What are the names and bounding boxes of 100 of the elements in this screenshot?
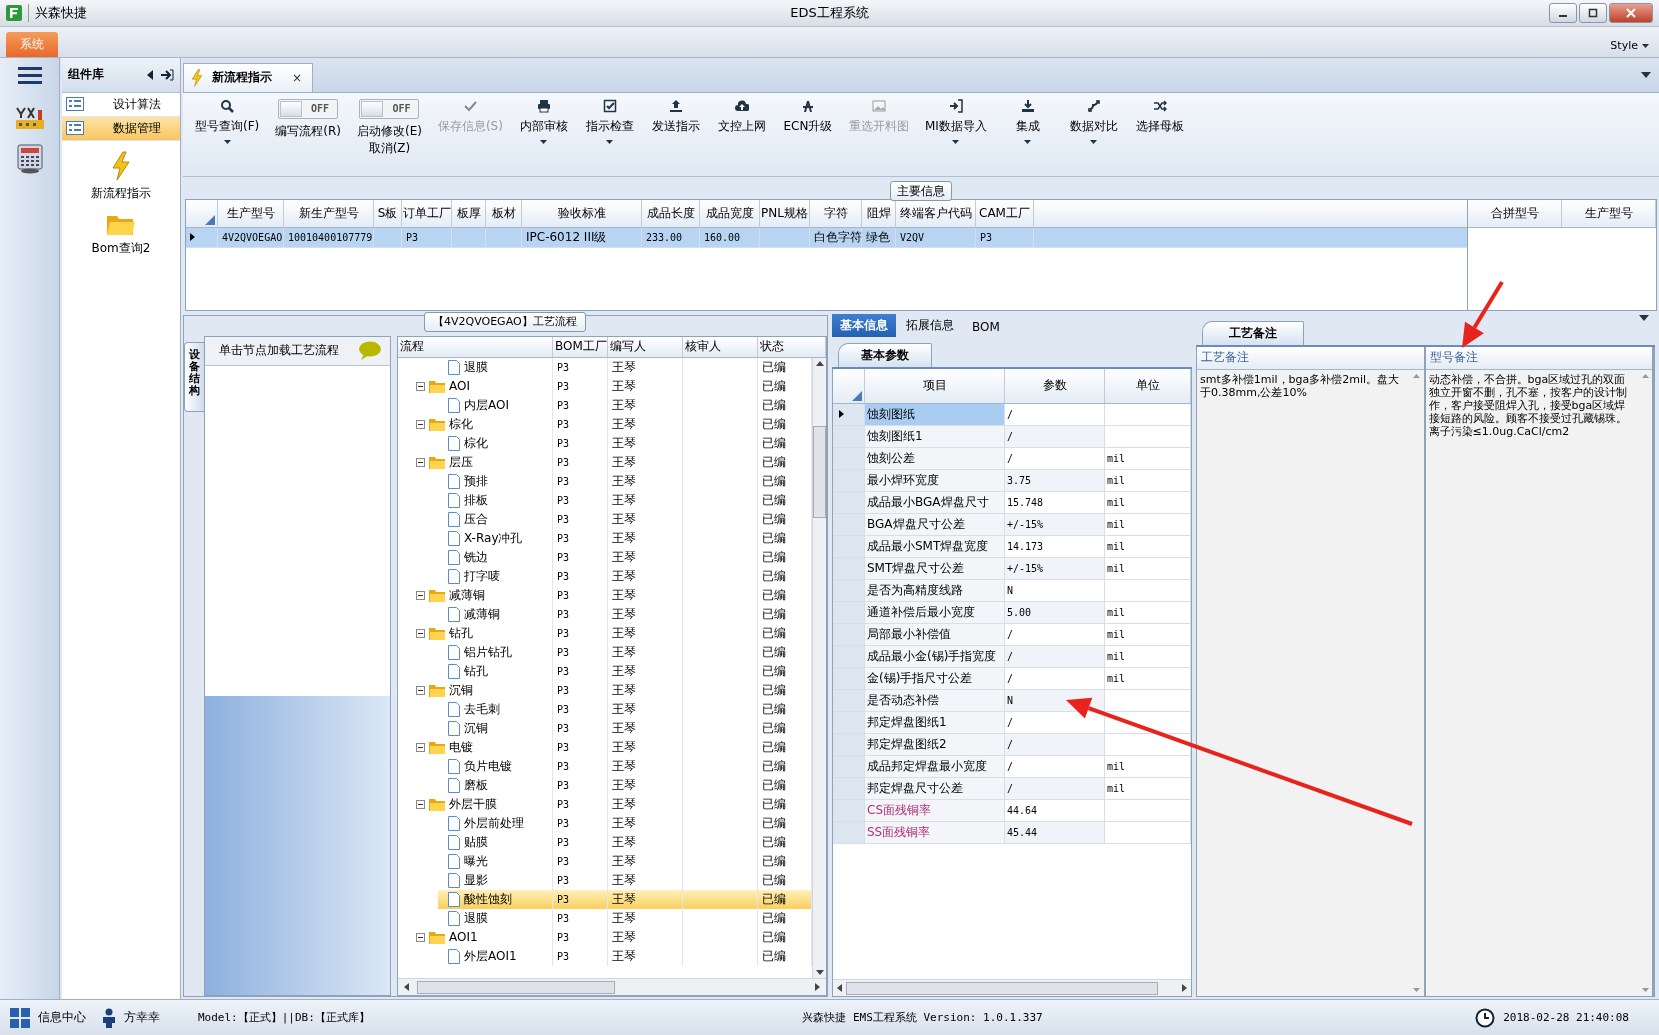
scroll-up-icon[interactable] [815, 360, 824, 366]
tree-row[interactable]: 外层干膜 P3 王琴 已编 [398, 794, 812, 814]
expand-toggle-icon[interactable] [416, 457, 425, 467]
tree-node-label[interactable]: 沉铜 [464, 719, 488, 737]
column-header[interactable]: 终端客户代码 [896, 199, 976, 227]
tree-row[interactable]: 铝片钻孔 P3 王琴 已编 [398, 642, 812, 662]
tree-row[interactable]: 曝光 P3 王琴 已编 [398, 851, 812, 871]
scroll-right-icon[interactable] [815, 983, 820, 992]
dropdown-caret-icon[interactable] [1639, 314, 1649, 321]
toolbar-button[interactable]: 内部审核 [512, 96, 575, 146]
tree-node-label[interactable]: 排板 [464, 491, 488, 509]
column-header[interactable]: 成品宽度 [700, 199, 760, 227]
expand-toggle-icon[interactable] [416, 628, 425, 638]
dropdown-caret-icon[interactable] [606, 139, 614, 144]
tree-row[interactable]: 退膜 P3 王琴 已编 [398, 357, 812, 377]
tree-node-label[interactable]: 贴膜 [464, 833, 488, 851]
scroll-thumb[interactable] [813, 425, 826, 518]
tree-node-label[interactable]: 去毛刺 [464, 700, 500, 718]
toolbar-button[interactable]: 文控上网 [710, 96, 773, 137]
side-tab[interactable]: 设备结构 [184, 341, 204, 412]
column-header[interactable]: 工艺备注 [1197, 346, 1424, 370]
expand-toggle-icon[interactable] [416, 381, 425, 391]
tree-row[interactable]: 去毛刺 P3 王琴 已编 [398, 699, 812, 719]
tree-row[interactable]: 层压 P3 王琴 已编 [398, 452, 812, 472]
column-header[interactable]: 新生产型号 [284, 199, 374, 227]
tree-row[interactable]: X-Ray冲孔 P3 王琴 已编 [398, 528, 812, 548]
tree-node-label[interactable]: 退膜 [464, 358, 488, 376]
tree-row[interactable]: 磨板 P3 王琴 已编 [398, 775, 812, 795]
expand-toggle-icon[interactable] [416, 685, 425, 695]
tree-row[interactable]: 负片电镀 P3 王琴 已编 [398, 756, 812, 776]
tree-row[interactable]: 内层AOI P3 王琴 已编 [398, 395, 812, 415]
toolbar-button[interactable]: MI数据导入 [918, 96, 993, 146]
tree-node-label[interactable]: 内层AOI [464, 396, 509, 414]
column-header[interactable]: 订单工厂 [402, 199, 452, 227]
minimize-button[interactable] [1549, 2, 1577, 23]
grid-icon[interactable] [10, 1007, 30, 1028]
tree-row[interactable]: 棕化 P3 王琴 已编 [398, 414, 812, 434]
component-item[interactable]: 数据管理 [62, 116, 180, 141]
toolbar-button[interactable]: 选择母板 [1128, 96, 1191, 137]
dropdown-caret-icon[interactable] [1641, 71, 1651, 78]
tree-row[interactable]: 钻孔 P3 王琴 已编 [398, 623, 812, 643]
tree-row[interactable]: 退膜 P3 王琴 已编 [398, 908, 812, 928]
component-item[interactable]: 设计算法 [62, 92, 180, 117]
panel-tab[interactable]: 基本参数 [838, 342, 932, 367]
toolbar-button[interactable]: 数据对比 [1062, 96, 1125, 146]
dropdown-caret-icon[interactable] [952, 139, 960, 144]
tree-node-label[interactable]: 外层AOI1 [464, 947, 517, 965]
panel-tab[interactable]: 工艺备注 [1202, 320, 1304, 345]
column-header[interactable]: 生产型号 [218, 199, 284, 227]
scroll-left-icon[interactable] [404, 983, 409, 992]
column-header[interactable]: 单位 [1105, 368, 1191, 403]
column-header[interactable]: 板材 [486, 199, 522, 227]
tree-node-label[interactable]: 减薄铜 [464, 605, 500, 623]
toolbar-button[interactable]: 指示检查 [578, 96, 641, 146]
launcher-label[interactable]: Bom查询2 [91, 239, 151, 257]
tree-row[interactable]: 贴膜 P3 王琴 已编 [398, 832, 812, 852]
tree-node-label[interactable]: 磨板 [464, 776, 488, 794]
tree-node-label[interactable]: AOI [449, 379, 470, 394]
expand-toggle-icon[interactable] [416, 419, 425, 429]
document-tab[interactable]: 新流程指示 × [183, 62, 314, 92]
tree-node-label[interactable]: 显影 [464, 871, 488, 889]
tree-row[interactable]: 钻孔 P3 王琴 已编 [398, 661, 812, 681]
column-header[interactable]: 生产型号 [1562, 199, 1656, 227]
horizontal-scrollbar[interactable] [833, 979, 1191, 997]
tree-row[interactable]: 减薄铜 P3 王琴 已编 [398, 604, 812, 624]
column-header[interactable]: S板 [374, 199, 402, 227]
tree-node-label[interactable]: 曝光 [464, 852, 488, 870]
tree-node-label[interactable]: 沉铜 [449, 681, 473, 699]
tree-node-label[interactable]: AOI1 [449, 930, 478, 945]
expand-toggle-icon[interactable] [416, 799, 425, 809]
menu-icon[interactable] [17, 65, 42, 84]
tree-node-label[interactable]: 压合 [464, 510, 488, 528]
dropdown-caret-icon[interactable] [1024, 139, 1032, 144]
column-header[interactable]: PNL规格 [760, 199, 810, 227]
scroll-left-icon[interactable] [837, 984, 842, 993]
toggle-switch[interactable]: OFF [359, 98, 420, 119]
tree-node-label[interactable]: 酸性蚀刻 [464, 890, 512, 908]
close-tab-button[interactable]: × [292, 70, 303, 85]
table-row[interactable]: 4V2QVOEGAO 10010400107779 P3 IPC-6012 III级 233.00 160.00 白色字符 绿色 V2QV P3 [186, 227, 1467, 248]
horizontal-scrollbar[interactable] [398, 978, 826, 996]
tree-node-label[interactable]: 棕化 [464, 434, 488, 452]
caret-icon[interactable] [1642, 43, 1649, 48]
tree-node-label[interactable]: 外层前处理 [464, 814, 524, 832]
tree-node-label[interactable]: 减薄铜 [449, 586, 485, 604]
scroll-down-icon[interactable] [815, 970, 824, 976]
column-header[interactable]: 状态 [758, 336, 826, 357]
tree-row[interactable]: 打字唛 P3 王琴 已编 [398, 566, 812, 586]
tree-row[interactable]: 铣边 P3 王琴 已编 [398, 547, 812, 567]
info-center-link[interactable]: 信息中心 [38, 1009, 86, 1027]
expand-toggle-icon[interactable] [416, 590, 425, 600]
column-header[interactable]: 验收标准 [522, 199, 642, 227]
tree-node-label[interactable]: X-Ray冲孔 [464, 529, 523, 547]
tree-node-label[interactable]: 预排 [464, 472, 488, 490]
tree-node-label[interactable]: 负片电镀 [464, 757, 512, 775]
column-header[interactable]: 型号备注 [1425, 346, 1652, 370]
dropdown-caret-icon[interactable] [540, 139, 548, 144]
tree-row[interactable]: 外层前处理 P3 王琴 已编 [398, 813, 812, 833]
tree-row[interactable]: 沉铜 P3 王琴 已编 [398, 680, 812, 700]
tab[interactable]: BOM [964, 316, 1008, 337]
style-menu[interactable]: Style [1610, 38, 1638, 52]
